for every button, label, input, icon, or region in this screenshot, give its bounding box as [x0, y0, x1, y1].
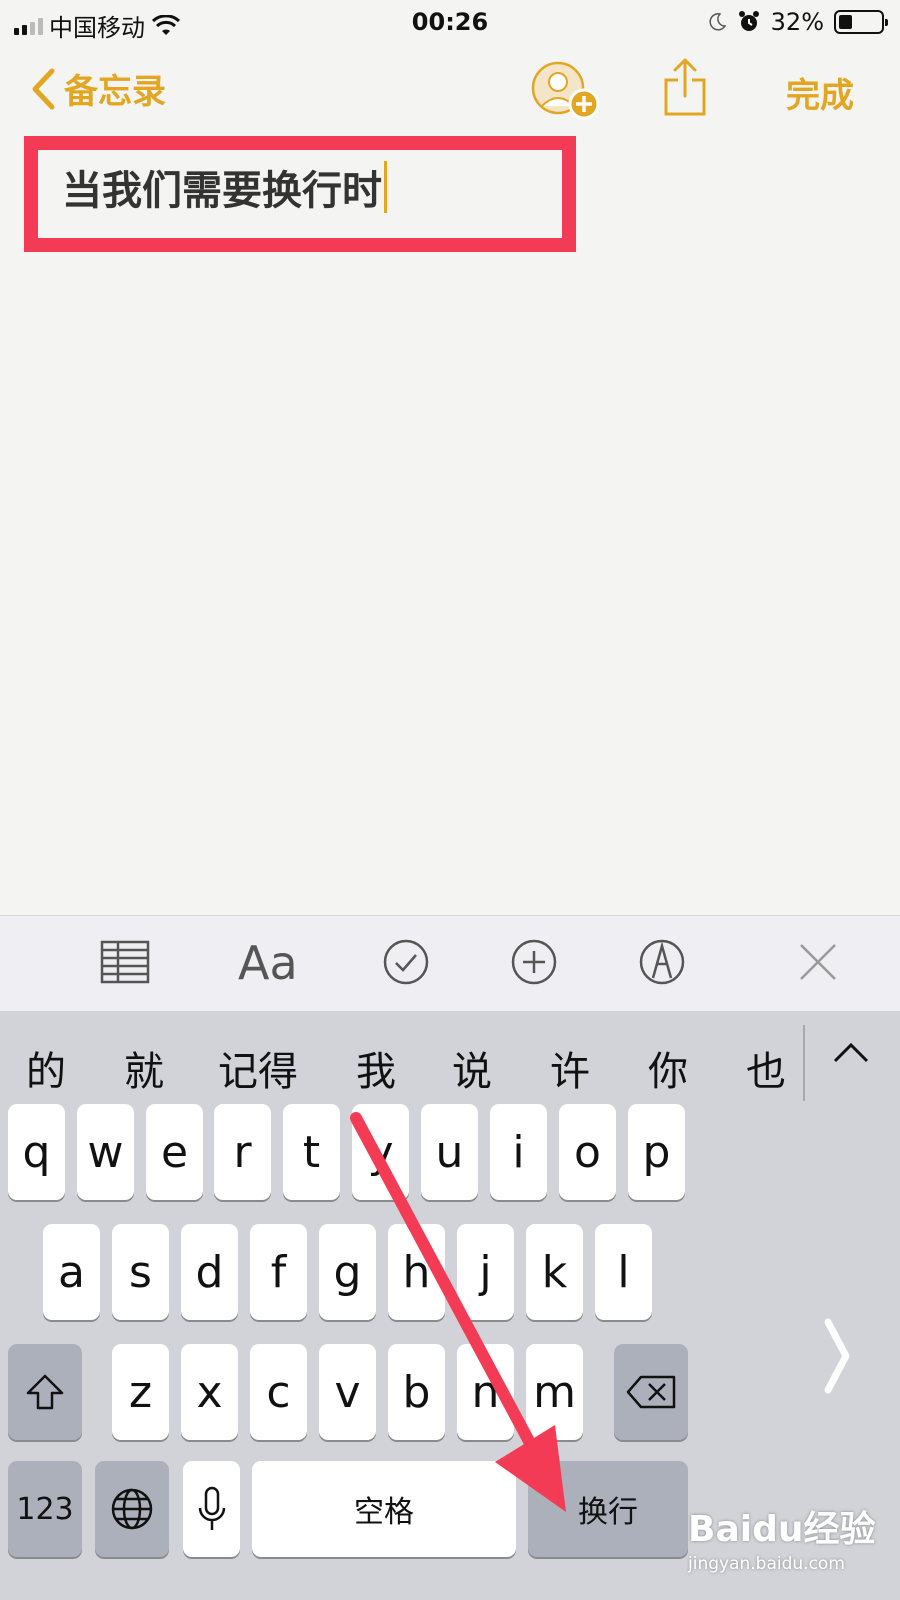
key-h[interactable]: h	[388, 1224, 445, 1320]
note-editor[interactable]: 当我们需要换行时	[0, 130, 900, 915]
battery-fill	[839, 15, 852, 29]
candidate-bar: 的 就 记得 我 说 许 你 也	[0, 1011, 900, 1115]
baidu-watermark: Baidu经验 jingyan.baidu.com	[688, 1500, 875, 1574]
battery-percent: 32%	[770, 8, 824, 36]
numbers-key[interactable]: 123	[8, 1461, 82, 1557]
key-r[interactable]: r	[214, 1104, 271, 1200]
candidate-word[interactable]: 我	[356, 1039, 396, 1097]
watermark-brand: Baidu经验	[688, 1509, 876, 1550]
format-text-button[interactable]: Aa	[238, 936, 298, 990]
candidate-divider	[803, 1025, 805, 1101]
key-o[interactable]: o	[559, 1104, 616, 1200]
text-caret	[384, 161, 387, 213]
key-c[interactable]: c	[250, 1344, 307, 1440]
table-icon[interactable]	[100, 940, 150, 988]
key-e[interactable]: e	[146, 1104, 203, 1200]
key-y[interactable]: y	[352, 1104, 409, 1200]
shift-icon	[26, 1374, 64, 1410]
moon-icon	[709, 13, 727, 31]
key-d[interactable]: d	[181, 1224, 238, 1320]
note-text-line[interactable]: 当我们需要换行时	[62, 158, 387, 216]
key-a[interactable]: a	[43, 1224, 100, 1320]
key-b[interactable]: b	[388, 1344, 445, 1440]
key-p[interactable]: p	[628, 1104, 685, 1200]
key-f[interactable]: f	[250, 1224, 307, 1320]
candidate-word[interactable]: 许	[550, 1039, 590, 1097]
formatting-toolbar: Aa	[0, 915, 900, 1011]
delete-key[interactable]	[614, 1344, 688, 1440]
key-w[interactable]: w	[77, 1104, 134, 1200]
key-g[interactable]: g	[319, 1224, 376, 1320]
alarm-icon	[738, 11, 759, 31]
key-l[interactable]: l	[595, 1224, 652, 1320]
backspace-icon	[626, 1375, 676, 1409]
candidate-word[interactable]: 的	[26, 1039, 66, 1097]
navigation-bar: 备忘录 完成	[0, 50, 900, 130]
add-person-icon[interactable]	[528, 60, 604, 126]
return-key[interactable]: 换行	[528, 1461, 688, 1557]
key-t[interactable]: t	[283, 1104, 340, 1200]
plus-circle-icon[interactable]	[510, 938, 558, 990]
watermark-url: jingyan.baidu.com	[688, 1554, 845, 1574]
close-icon[interactable]	[798, 942, 838, 986]
shift-key[interactable]	[8, 1344, 82, 1440]
battery-icon	[834, 10, 888, 34]
note-text: 当我们需要换行时	[62, 168, 382, 214]
key-u[interactable]: u	[421, 1104, 478, 1200]
key-i[interactable]: i	[490, 1104, 547, 1200]
candidate-word[interactable]: 也	[746, 1039, 786, 1097]
status-bar: 中国移动 00:26 32%	[0, 0, 900, 42]
candidate-word[interactable]: 你	[648, 1039, 688, 1097]
key-j[interactable]: j	[457, 1224, 514, 1320]
chevron-up-icon[interactable]	[832, 1041, 870, 1069]
checklist-icon[interactable]	[382, 938, 430, 990]
candidate-word[interactable]: 就	[124, 1039, 164, 1097]
done-button[interactable]: 完成	[786, 68, 854, 117]
key-s[interactable]: s	[112, 1224, 169, 1320]
key-z[interactable]: z	[112, 1344, 169, 1440]
status-right: 32%	[707, 8, 888, 36]
globe-icon	[111, 1488, 153, 1530]
key-m[interactable]: m	[526, 1344, 583, 1440]
microphone-key[interactable]	[183, 1461, 240, 1557]
key-n[interactable]: n	[457, 1344, 514, 1440]
chevron-left-icon	[32, 68, 55, 109]
candidate-word[interactable]: 记得	[218, 1039, 298, 1097]
back-label: 备忘录	[64, 72, 166, 112]
microphone-icon	[198, 1486, 225, 1530]
markup-icon[interactable]	[638, 938, 686, 990]
chevron-right-icon[interactable]	[822, 1316, 852, 1413]
candidate-word[interactable]: 说	[452, 1039, 492, 1097]
key-v[interactable]: v	[319, 1344, 376, 1440]
share-icon[interactable]	[662, 56, 708, 122]
back-button[interactable]: 备忘录	[30, 64, 166, 113]
key-q[interactable]: q	[8, 1104, 65, 1200]
globe-key[interactable]	[95, 1461, 169, 1557]
key-k[interactable]: k	[526, 1224, 583, 1320]
key-x[interactable]: x	[181, 1344, 238, 1440]
space-key[interactable]: 空格	[252, 1461, 516, 1557]
